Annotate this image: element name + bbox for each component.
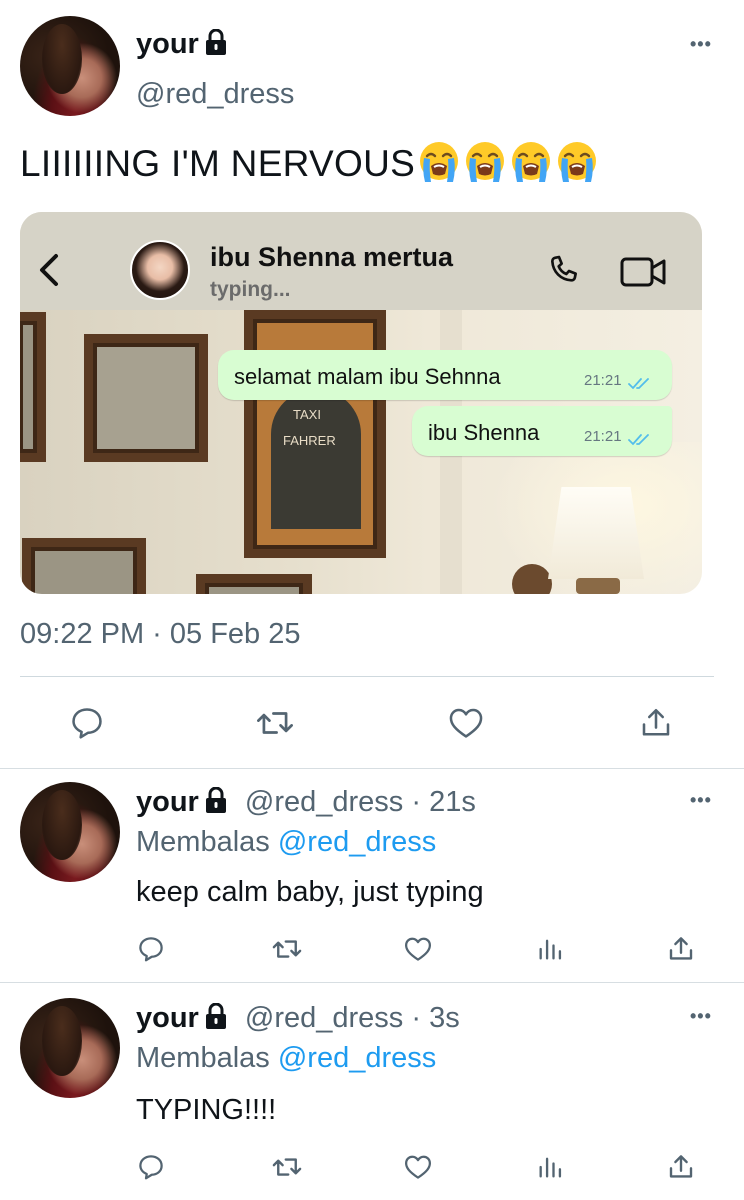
reply-age[interactable]: · 21s bbox=[411, 786, 475, 818]
reply-header: your @red_dress · 21s bbox=[136, 786, 476, 821]
retweet-icon[interactable] bbox=[254, 704, 296, 747]
reply-display-name[interactable]: your bbox=[136, 1002, 199, 1034]
chat-message-bubble: ibu Shenna 21:21 bbox=[412, 406, 672, 456]
reply-text: keep calm baby, just typing bbox=[136, 876, 484, 908]
chat-message-text: selamat malam ibu Sehnna bbox=[234, 364, 501, 389]
video-camera-icon[interactable] bbox=[620, 256, 668, 293]
read-ticks-icon bbox=[628, 371, 652, 397]
back-arrow-icon[interactable] bbox=[36, 252, 62, 293]
more-options-button[interactable]: ••• bbox=[690, 34, 712, 55]
share-icon[interactable] bbox=[666, 934, 696, 969]
more-options-button[interactable]: ••• bbox=[690, 1006, 712, 1027]
chat-message-time: 21:21 bbox=[584, 372, 622, 389]
divider bbox=[0, 768, 744, 769]
author-name[interactable]: your bbox=[136, 28, 227, 63]
reply-text: TYPING!!!! bbox=[136, 1094, 277, 1126]
replying-to: Membalas @red_dress bbox=[136, 1042, 436, 1075]
replying-to-mention[interactable]: @red_dress bbox=[278, 1042, 436, 1074]
lock-icon bbox=[205, 1002, 227, 1037]
phone-icon[interactable] bbox=[544, 252, 584, 297]
share-icon[interactable] bbox=[638, 704, 674, 747]
picture-frame: TAXI FAHRER bbox=[244, 310, 386, 558]
share-icon[interactable] bbox=[666, 1152, 696, 1187]
loudly-crying-face-icon bbox=[463, 140, 507, 184]
more-options-button[interactable]: ••• bbox=[690, 790, 712, 811]
loudly-crying-face-icon bbox=[509, 140, 553, 184]
read-ticks-icon bbox=[628, 427, 652, 453]
tweet-timestamp[interactable]: 09:22 PM · 05 Feb 25 bbox=[20, 618, 301, 651]
replying-to: Membalas @red_dress bbox=[136, 826, 436, 859]
chat-contact-avatar[interactable] bbox=[130, 240, 190, 300]
author-display-name: your bbox=[136, 28, 199, 60]
replying-to-mention[interactable]: @red_dress bbox=[278, 826, 436, 858]
tweet-text: LIIIIIING I'M NERVOUS bbox=[20, 140, 599, 185]
reply-display-name[interactable]: your bbox=[136, 786, 199, 818]
author-handle[interactable]: @red_dress bbox=[136, 78, 294, 111]
picture-sign-taxi: TAXI bbox=[293, 407, 321, 422]
chat-message-text: ibu Shenna bbox=[428, 420, 540, 445]
picture-frame bbox=[84, 334, 208, 462]
reply-avatar[interactable] bbox=[20, 782, 120, 882]
picture-frame bbox=[20, 312, 46, 462]
like-icon[interactable] bbox=[446, 704, 486, 747]
picture-sign-fahrer: FAHRER bbox=[283, 433, 336, 448]
tweet-body: LIIIIIING I'M NERVOUS bbox=[20, 143, 416, 184]
emoji-row bbox=[415, 140, 599, 184]
reply-avatar[interactable] bbox=[20, 998, 120, 1098]
divider bbox=[0, 982, 744, 983]
chat-header: ibu Shenna mertua typing... bbox=[20, 212, 702, 310]
reply-handle[interactable]: @red_dress bbox=[245, 786, 403, 818]
like-icon[interactable] bbox=[402, 1152, 434, 1187]
analytics-icon[interactable] bbox=[536, 934, 564, 969]
reply-icon[interactable] bbox=[136, 934, 166, 969]
chat-contact-name: ibu Shenna mertua bbox=[210, 242, 454, 272]
retweet-icon[interactable] bbox=[270, 934, 304, 969]
reply-icon[interactable] bbox=[68, 704, 106, 747]
chat-message-time: 21:21 bbox=[584, 428, 622, 445]
replying-prefix: Membalas bbox=[136, 826, 270, 858]
lock-icon bbox=[205, 28, 227, 63]
analytics-icon[interactable] bbox=[536, 1152, 564, 1187]
author-avatar[interactable] bbox=[20, 16, 120, 116]
picture-frame bbox=[22, 538, 146, 594]
picture-frame bbox=[196, 574, 312, 594]
replying-prefix: Membalas bbox=[136, 1042, 270, 1074]
reply-icon[interactable] bbox=[136, 1152, 166, 1187]
tweet-media-image[interactable]: TAXI FAHRER ibu Shenna mertua typing... … bbox=[20, 212, 702, 594]
lamp bbox=[548, 487, 644, 579]
reply-header: your @red_dress · 3s bbox=[136, 1002, 460, 1037]
divider bbox=[20, 676, 714, 677]
like-icon[interactable] bbox=[402, 934, 434, 969]
reply-age[interactable]: · 3s bbox=[411, 1002, 459, 1034]
chat-typing-status: typing... bbox=[210, 278, 291, 301]
reply-handle[interactable]: @red_dress bbox=[245, 1002, 403, 1034]
chat-message-bubble: selamat malam ibu Sehnna 21:21 bbox=[218, 350, 672, 400]
loudly-crying-face-icon bbox=[417, 140, 461, 184]
lock-icon bbox=[205, 786, 227, 821]
loudly-crying-face-icon bbox=[555, 140, 599, 184]
retweet-icon[interactable] bbox=[270, 1152, 304, 1187]
